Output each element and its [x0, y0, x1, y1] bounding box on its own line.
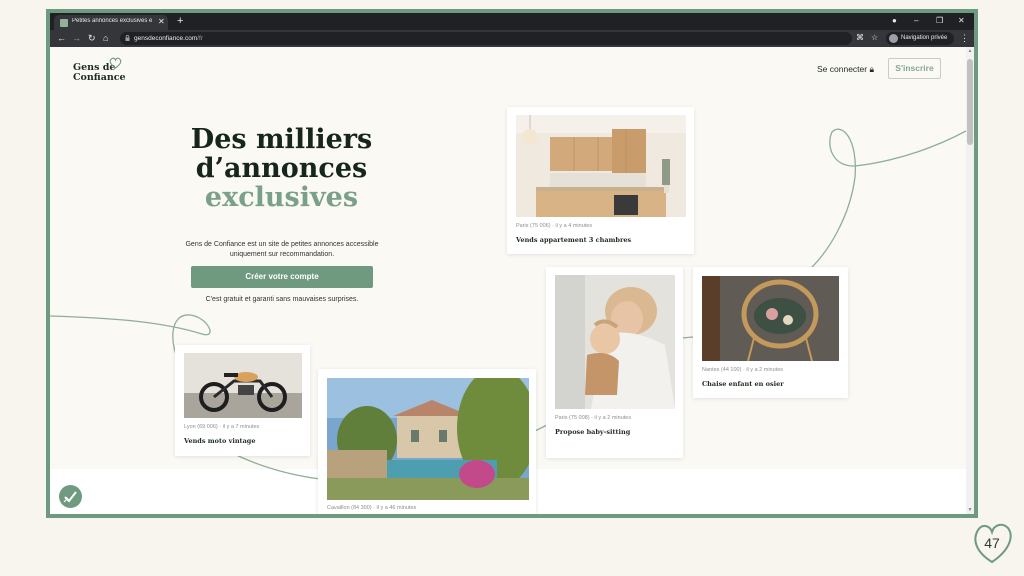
listing-photo-motorcycle — [184, 353, 302, 418]
close-window-icon[interactable]: ✕ — [958, 15, 965, 27]
hero-description: Gens de Confiance est un site de petites… — [176, 240, 388, 260]
url-host: gensdeconfiance.com — [134, 35, 198, 42]
extension-icon[interactable]: ⌘ — [856, 32, 864, 44]
listing-photo-mother-child — [555, 275, 675, 409]
listing-card[interactable]: Paris (75 008) · il y a 2 minutes Propos… — [546, 267, 683, 458]
home-icon[interactable]: ⌂ — [103, 32, 108, 44]
slide-number: 47 — [984, 535, 1000, 551]
menu-kebab-icon[interactable]: ⋮ — [960, 32, 969, 44]
scroll-thumb[interactable] — [967, 59, 973, 145]
new-tab-icon[interactable]: + — [177, 14, 183, 28]
tab-favicon-icon — [60, 19, 68, 27]
listing-title: Propose baby-sitting — [555, 428, 631, 436]
address-bar[interactable]: gensdeconfiance.com/fr — [120, 32, 852, 45]
hero-description-line-2: uniquement sur recommandation. — [229, 251, 335, 258]
web-page: Gens de Confiance Se connecter 🔒︎ S'insc… — [50, 47, 966, 514]
hero-description-line-1: Gens de Confiance est un site de petites… — [185, 241, 379, 248]
minimize-icon[interactable]: – — [914, 15, 918, 27]
reload-icon[interactable]: ↻ — [88, 32, 96, 44]
checkmark-icon — [63, 491, 77, 503]
listing-card[interactable]: Nantes (44 100) · il y a 2 minutes Chais… — [693, 267, 848, 398]
browser-window: Petites annonces exclusives et s… ✕ + ● … — [50, 13, 974, 514]
listing-photo-kitchen — [516, 115, 686, 217]
restore-icon[interactable]: ❐ — [936, 15, 943, 27]
listing-card[interactable]: Paris (75 006) · il y a 4 minutes Vends … — [507, 107, 694, 254]
url-text: gensdeconfiance.com/fr — [134, 34, 203, 43]
tab-title: Petites annonces exclusives et s… — [72, 18, 152, 24]
cta-note: C'est gratuit et garanti sans mauvaises … — [205, 296, 359, 303]
browser-toolbar: ← → ↻ ⌂ gensdeconfiance.com/fr ⌘ ☆ Navig… — [50, 30, 974, 47]
heart-icon — [109, 57, 122, 69]
create-account-button[interactable]: Créer votre compte — [191, 266, 373, 288]
url-path: /fr — [197, 35, 204, 42]
listing-title: Vends appartement 3 chambres — [516, 236, 632, 244]
listing-meta: Paris (75 008) · il y a 2 minutes — [555, 415, 632, 421]
listing-card[interactable]: Lyon (69 006) · il y a 7 minutes Vends m… — [175, 345, 310, 456]
hero-title-line-2: d’annonces — [195, 153, 368, 184]
back-icon[interactable]: ← — [57, 32, 66, 44]
listing-photo-country-house — [327, 378, 529, 500]
login-link[interactable]: Se connecter 🔒︎ — [817, 64, 874, 74]
scroll-down-icon[interactable]: ▼ — [967, 507, 973, 513]
scroll-up-icon[interactable]: ▲ — [967, 48, 973, 54]
tab-bar: Petites annonces exclusives et s… ✕ + ● … — [50, 13, 974, 30]
forward-icon[interactable]: → — [72, 32, 81, 44]
browser-tab[interactable]: Petites annonces exclusives et s… ✕ — [54, 15, 168, 30]
incognito-avatar-icon — [889, 34, 898, 43]
listing-meta: Paris (75 006) · il y a 4 minutes — [516, 223, 593, 229]
listing-title: Vends moto vintage — [184, 437, 256, 445]
listing-card[interactable]: Cavaillon (84 300) · il y a 46 minutes — [318, 369, 536, 514]
scrollbar[interactable]: ▲ ▼ — [966, 47, 974, 514]
logo-line-2: Confiance — [73, 72, 126, 83]
listing-photo-wicker-chair — [702, 276, 839, 361]
listing-meta: Lyon (69 006) · il y a 7 minutes — [184, 424, 260, 430]
listing-title: Chaise enfant en osier — [702, 380, 784, 388]
hero-title: Des milliers d’annonces — [180, 125, 383, 183]
listing-meta: Nantes (44 100) · il y a 2 minutes — [702, 367, 784, 373]
private-browsing-badge[interactable]: Navigation privée — [886, 32, 954, 45]
listing-meta: Cavaillon (84 300) · il y a 46 minutes — [327, 505, 417, 511]
tab-close-icon[interactable]: ✕ — [158, 17, 165, 27]
lock-icon — [125, 35, 130, 41]
bookmark-star-icon[interactable]: ☆ — [871, 32, 878, 44]
login-label: Se connecter — [817, 64, 868, 74]
signup-button[interactable]: S'inscrire — [888, 58, 941, 79]
hero-title-accent: exclusives — [204, 182, 359, 213]
padlock-icon: 🔒︎ — [869, 64, 874, 74]
incognito-indicator-icon: ● — [892, 16, 897, 25]
verified-badge[interactable] — [59, 485, 82, 508]
hero-title-line-1: Des milliers — [190, 124, 373, 155]
private-browsing-label: Navigation privée — [901, 35, 948, 41]
site-logo[interactable]: Gens de Confiance — [73, 57, 133, 85]
